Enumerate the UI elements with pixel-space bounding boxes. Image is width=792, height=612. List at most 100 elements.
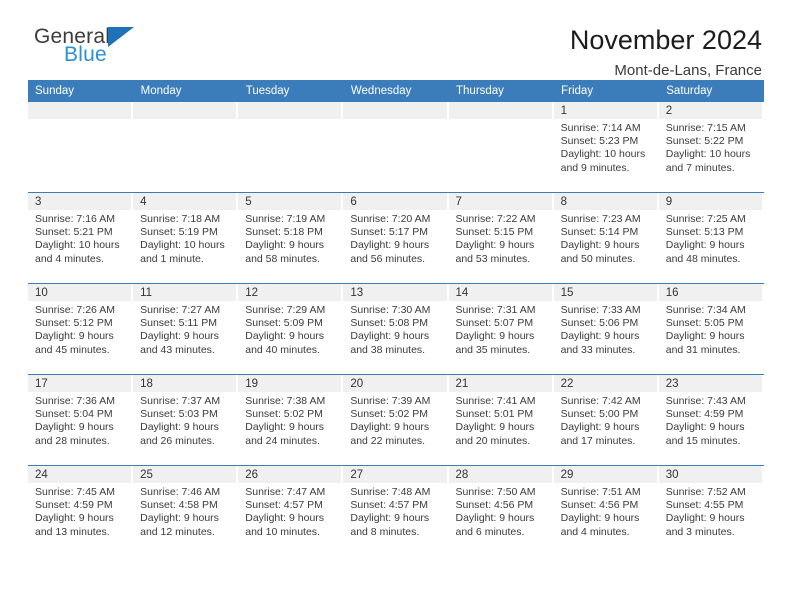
day-info: Sunrise: 7:39 AM Sunset: 5:02 PM Daylight:… [343,392,448,448]
day-number: 4 [133,193,237,210]
general-blue-logo[interactable]: General Blue [28,26,150,65]
sunrise-text: Sunrise: 7:22 AM [455,213,536,225]
calendar-day-cell-empty [343,102,449,193]
sunrise-text: Sunrise: 7:14 AM [560,122,641,134]
calendar-day-cell[interactable]: 23 Sunrise: 7:43 AM Sunset: 4:59 PM Dayligh… [658,374,764,466]
calendar-day-cell[interactable]: 16 Sunrise: 7:34 AM Sunset: 5:05 PM Dayligh… [658,283,764,375]
daylight-text: Daylight: 9 hours and 12 minutes. [140,512,219,538]
daylight-text: Daylight: 9 hours and 40 minutes. [245,330,325,356]
calendar-body: 1 Sunrise: 7:14 AM Sunset: 5:23 PM Daylight… [28,102,764,556]
sunrise-text: Sunrise: 7:41 AM [455,395,536,407]
calendar-day-cell[interactable]: 27 Sunrise: 7:48 AM Sunset: 4:57 PM Dayligh… [343,465,449,556]
day-cell-inner: 15 Sunrise: 7:33 AM Sunset: 5:06 PM Dayligh… [553,284,659,374]
calendar-day-cell[interactable]: 12 Sunrise: 7:29 AM Sunset: 5:09 PM Dayligh… [238,283,344,375]
calendar-day-cell[interactable]: 7 Sunrise: 7:22 AM Sunset: 5:15 PM Daylight… [448,192,554,284]
day-cell-inner: 19 Sunrise: 7:38 AM Sunset: 5:02 PM Dayligh… [238,375,343,465]
calendar-day-cell[interactable]: 10 Sunrise: 7:26 AM Sunset: 5:12 PM Dayligh… [28,283,134,375]
daylight-text: Daylight: 10 hours and 4 minutes. [35,239,120,265]
day-number: 24 [28,466,132,483]
calendar-week-row: 17 Sunrise: 7:36 AM Sunset: 5:04 PM Dayligh… [28,374,764,466]
calendar-day-cell-empty [448,102,554,193]
sunrise-text: Sunrise: 7:30 AM [350,304,431,316]
calendar-day-cell[interactable]: 15 Sunrise: 7:33 AM Sunset: 5:06 PM Dayligh… [553,283,659,375]
sunset-text: Sunset: 5:00 PM [560,408,639,421]
calendar-day-cell[interactable]: 26 Sunrise: 7:47 AM Sunset: 4:57 PM Dayligh… [238,465,344,556]
sunset-text: Sunset: 5:03 PM [140,408,218,421]
day-cell-inner: 23 Sunrise: 7:43 AM Sunset: 4:59 PM Dayligh… [658,375,764,465]
weekday-header-thursday: Thursday [448,80,555,102]
daylight-text: Daylight: 10 hours and 1 minute. [140,239,225,265]
sunrise-text: Sunrise: 7:15 AM [665,122,746,134]
day-number: 6 [343,193,447,210]
sunset-text: Sunset: 5:09 PM [245,317,323,330]
day-number: 17 [28,375,132,392]
calendar-day-cell[interactable]: 22 Sunrise: 7:42 AM Sunset: 5:00 PM Dayligh… [553,374,659,466]
calendar-day-cell[interactable]: 30 Sunrise: 7:52 AM Sunset: 4:55 PM Dayligh… [658,465,764,556]
daylight-text: Daylight: 9 hours and 45 minutes. [35,330,114,356]
day-cell-inner [133,102,238,192]
sunrise-text: Sunrise: 7:29 AM [245,304,326,316]
day-info: Sunrise: 7:37 AM Sunset: 5:03 PM Daylight:… [133,392,238,448]
calendar-day-cell[interactable]: 1 Sunrise: 7:14 AM Sunset: 5:23 PM Daylight… [553,102,659,193]
sunrise-text: Sunrise: 7:31 AM [455,304,536,316]
calendar-day-cell[interactable]: 19 Sunrise: 7:38 AM Sunset: 5:02 PM Dayligh… [238,374,344,466]
calendar-day-cell[interactable]: 25 Sunrise: 7:46 AM Sunset: 4:58 PM Dayligh… [133,465,239,556]
weekday-header-sunday: Sunday [28,80,134,102]
sunset-text: Sunset: 5:06 PM [560,317,639,330]
day-info: Sunrise: 7:18 AM Sunset: 5:19 PM Daylight:… [133,210,238,266]
title-block: November 2024 Mont-de-Lans, France [570,26,764,80]
weekday-header-row: Sunday Monday Tuesday Wednesday Thursday… [28,80,765,102]
calendar-day-cell[interactable]: 29 Sunrise: 7:51 AM Sunset: 4:56 PM Dayligh… [553,465,659,556]
sunset-text: Sunset: 5:02 PM [350,408,429,421]
sunrise-text: Sunrise: 7:48 AM [350,486,431,498]
calendar-day-cell[interactable]: 2 Sunrise: 7:15 AM Sunset: 5:22 PM Daylight… [658,102,764,193]
daylight-text: Daylight: 9 hours and 17 minutes. [560,421,640,447]
day-cell-inner: 5 Sunrise: 7:19 AM Sunset: 5:18 PM Daylight… [238,193,343,283]
sunset-text: Sunset: 5:05 PM [665,317,744,330]
calendar-day-cell[interactable]: 9 Sunrise: 7:25 AM Sunset: 5:13 PM Daylight… [658,192,764,284]
calendar-day-cell[interactable]: 5 Sunrise: 7:19 AM Sunset: 5:18 PM Daylight… [238,192,344,284]
calendar-day-cell[interactable]: 14 Sunrise: 7:31 AM Sunset: 5:07 PM Dayligh… [448,283,554,375]
sunset-text: Sunset: 5:22 PM [665,135,744,148]
day-number: 5 [238,193,342,210]
day-number: 1 [553,102,657,119]
calendar-day-cell[interactable]: 13 Sunrise: 7:30 AM Sunset: 5:08 PM Dayligh… [343,283,449,375]
sunset-text: Sunset: 4:55 PM [665,499,744,512]
day-info: Sunrise: 7:52 AM Sunset: 4:55 PM Daylight:… [659,483,764,539]
calendar-day-cell[interactable]: 6 Sunrise: 7:20 AM Sunset: 5:17 PM Daylight… [343,192,449,284]
sunrise-text: Sunrise: 7:18 AM [140,213,221,225]
calendar-day-cell[interactable]: 24 Sunrise: 7:45 AM Sunset: 4:59 PM Dayligh… [28,465,134,556]
calendar-grid: Sunday Monday Tuesday Wednesday Thursday… [28,80,765,556]
daylight-text: Daylight: 9 hours and 10 minutes. [245,512,325,538]
day-info: Sunrise: 7:50 AM Sunset: 4:56 PM Daylight:… [449,483,554,539]
calendar-day-cell[interactable]: 18 Sunrise: 7:37 AM Sunset: 5:03 PM Dayligh… [133,374,239,466]
day-info: Sunrise: 7:27 AM Sunset: 5:11 PM Daylight:… [133,301,238,357]
calendar-day-cell[interactable]: 3 Sunrise: 7:16 AM Sunset: 5:21 PM Daylight… [28,192,134,284]
day-info [28,119,133,122]
triangle-icon [108,27,135,47]
day-info: Sunrise: 7:45 AM Sunset: 4:59 PM Daylight:… [28,483,133,539]
calendar-day-cell[interactable]: 8 Sunrise: 7:23 AM Sunset: 5:14 PM Daylight… [553,192,659,284]
daylight-text: Daylight: 9 hours and 4 minutes. [560,512,640,538]
day-info: Sunrise: 7:23 AM Sunset: 5:14 PM Daylight:… [554,210,659,266]
sunrise-text: Sunrise: 7:38 AM [245,395,326,407]
day-cell-inner: 13 Sunrise: 7:30 AM Sunset: 5:08 PM Dayligh… [343,284,448,374]
sunrise-text: Sunrise: 7:19 AM [245,213,326,225]
day-number: 7 [448,193,552,210]
calendar-day-cell[interactable]: 20 Sunrise: 7:39 AM Sunset: 5:02 PM Dayligh… [343,374,449,466]
daylight-text: Daylight: 9 hours and 56 minutes. [350,239,430,265]
calendar-day-cell[interactable]: 21 Sunrise: 7:41 AM Sunset: 5:01 PM Dayligh… [448,374,554,466]
calendar-week-row: 1 Sunrise: 7:14 AM Sunset: 5:23 PM Daylight… [28,102,764,193]
daylight-text: Daylight: 9 hours and 28 minutes. [35,421,114,447]
calendar-day-cell[interactable]: 11 Sunrise: 7:27 AM Sunset: 5:11 PM Dayligh… [133,283,239,375]
calendar-day-cell[interactable]: 4 Sunrise: 7:18 AM Sunset: 5:19 PM Daylight… [133,192,239,284]
day-cell-inner: 7 Sunrise: 7:22 AM Sunset: 5:15 PM Daylight… [448,193,554,283]
day-cell-inner: 6 Sunrise: 7:20 AM Sunset: 5:17 PM Daylight… [343,193,448,283]
calendar-day-cell[interactable]: 17 Sunrise: 7:36 AM Sunset: 5:04 PM Dayligh… [28,374,134,466]
day-info: Sunrise: 7:25 AM Sunset: 5:13 PM Daylight:… [659,210,764,266]
day-number: 8 [553,193,657,210]
calendar-day-cell[interactable]: 28 Sunrise: 7:50 AM Sunset: 4:56 PM Dayligh… [448,465,554,556]
day-cell-inner: 12 Sunrise: 7:29 AM Sunset: 5:09 PM Dayligh… [238,284,343,374]
daylight-text: Daylight: 10 hours and 9 minutes. [560,148,646,174]
day-number: 2 [658,102,762,119]
